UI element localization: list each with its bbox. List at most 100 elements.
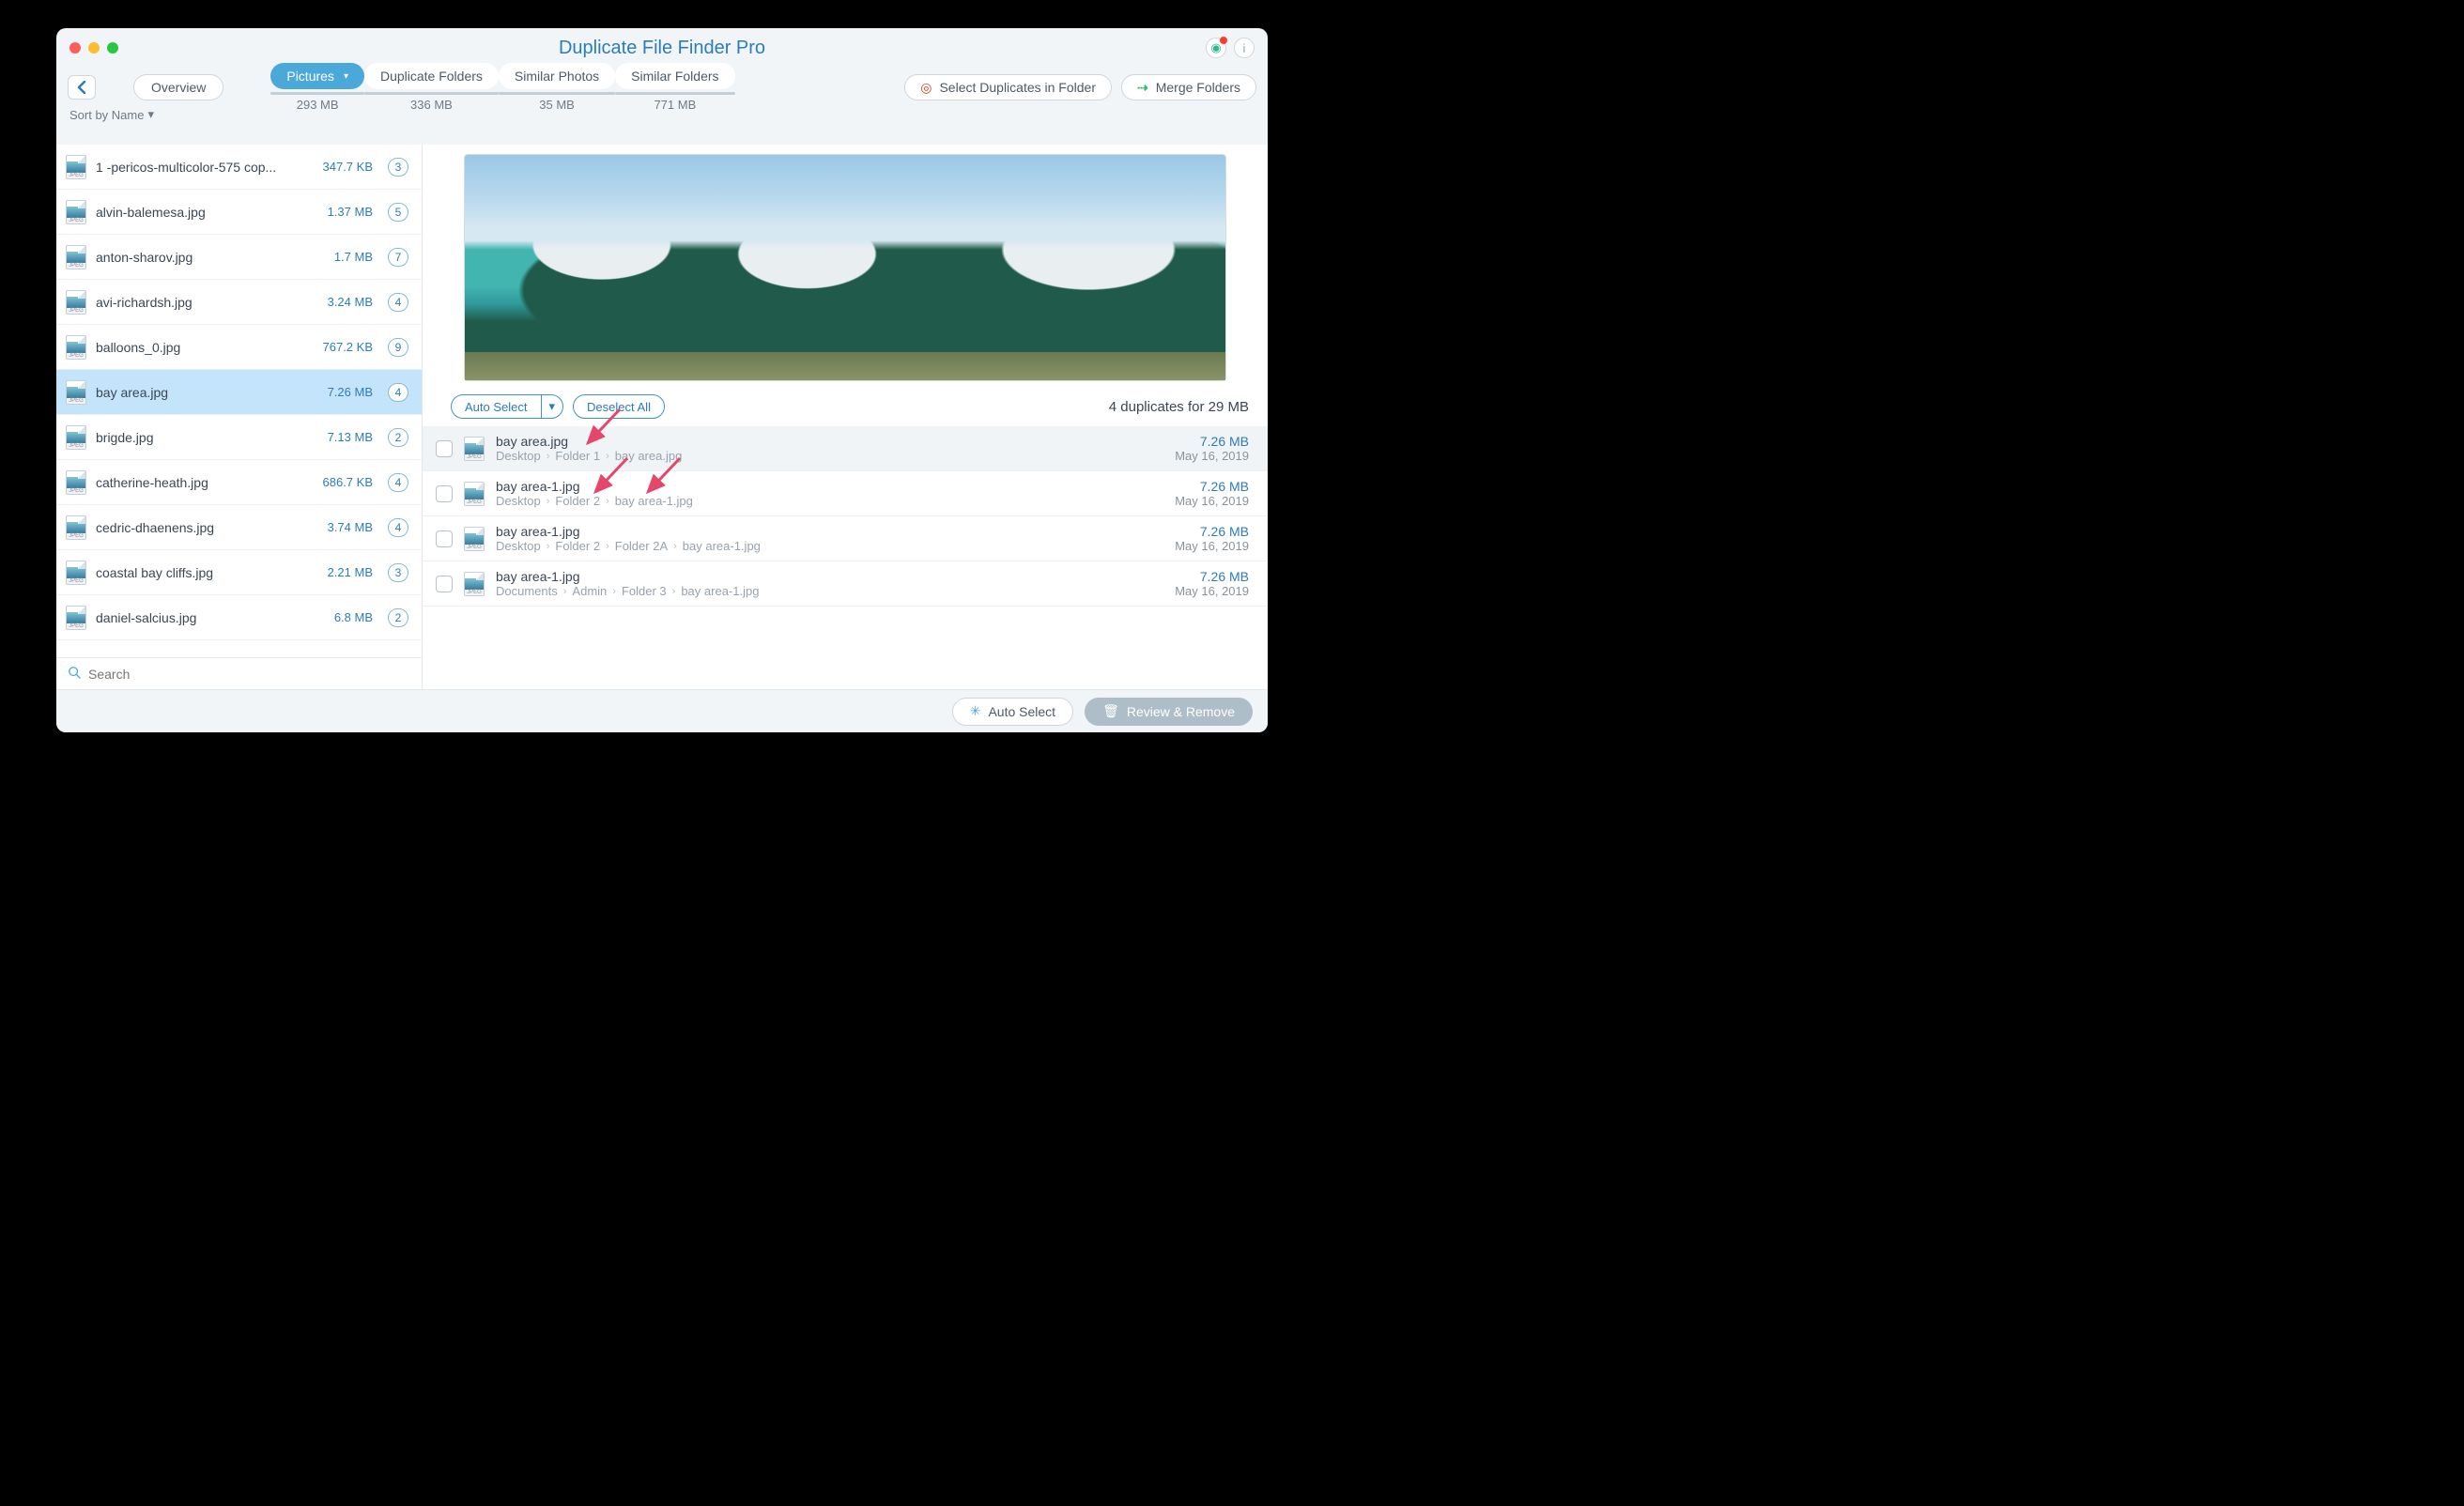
- jpeg-file-icon: JPEG: [66, 561, 86, 585]
- list-item[interactable]: JPEGballoons_0.jpg767.2 KB9: [56, 325, 422, 370]
- duplicate-row[interactable]: JPEGbay area-1.jpgDesktop›Folder 2›bay a…: [423, 471, 1268, 516]
- duplicate-row[interactable]: JPEGbay area-1.jpgDesktop›Folder 2›Folde…: [423, 516, 1268, 561]
- merge-folders-button[interactable]: ⇢ Merge Folders: [1121, 74, 1256, 100]
- duplicate-count-badge: 5: [388, 203, 408, 222]
- tab-size-label: 293 MB: [297, 98, 339, 112]
- overview-button[interactable]: Overview: [133, 74, 223, 100]
- duplicate-meta: 7.26 MBMay 16, 2019: [1175, 569, 1249, 598]
- jpeg-file-icon: JPEG: [66, 470, 86, 495]
- search-icon: [68, 666, 81, 682]
- search-bar: [56, 657, 422, 689]
- jpeg-file-icon: JPEG: [464, 437, 485, 461]
- list-item[interactable]: JPEGcedric-dhaenens.jpg3.74 MB4: [56, 505, 422, 550]
- duplicates-list: JPEGbay area.jpgDesktop›Folder 1›bay are…: [423, 426, 1268, 607]
- list-item[interactable]: JPEGdaniel-salcius.jpg6.8 MB2: [56, 595, 422, 640]
- duplicate-row[interactable]: JPEGbay area.jpgDesktop›Folder 1›bay are…: [423, 426, 1268, 471]
- footer: ✳ Auto Select 🗑 Review & Remove: [56, 689, 1268, 732]
- chevron-down-icon: ▾: [549, 399, 556, 414]
- path-segment: Folder 3: [622, 584, 667, 598]
- path-segment: bay area-1.jpg: [615, 494, 693, 508]
- tab-underline: [364, 92, 499, 95]
- chevron-right-icon: ›: [547, 496, 550, 507]
- app-window: Duplicate File Finder Pro ◉ i Overview P…: [56, 28, 1268, 732]
- file-name: alvin-balemesa.jpg: [96, 205, 318, 220]
- duplicate-meta: 7.26 MBMay 16, 2019: [1175, 479, 1249, 508]
- file-size: 7.26 MB: [328, 385, 373, 399]
- jpeg-file-icon: JPEG: [66, 290, 86, 315]
- file-name: catherine-heath.jpg: [96, 475, 314, 490]
- deselect-all-button[interactable]: Deselect All: [573, 394, 665, 419]
- duplicate-name: bay area-1.jpg: [496, 524, 1163, 539]
- file-name: anton-sharov.jpg: [96, 250, 325, 265]
- select-checkbox[interactable]: [436, 530, 453, 547]
- path-segment: Folder 1: [555, 449, 600, 463]
- path-segment: bay area-1.jpg: [683, 539, 761, 553]
- file-size: 686.7 KB: [323, 475, 374, 489]
- list-item[interactable]: JPEG1 -pericos-multicolor-575 cop...347.…: [56, 145, 422, 190]
- duplicates-toolbar: Auto Select ▾ Deselect All 4 duplicates …: [423, 391, 1268, 426]
- select-checkbox[interactable]: [436, 440, 453, 457]
- auto-select-button[interactable]: Auto Select: [451, 394, 541, 419]
- select-checkbox[interactable]: [436, 576, 453, 592]
- duplicate-path: Desktop›Folder 2›bay area-1.jpg: [496, 494, 1163, 508]
- file-list[interactable]: JPEG1 -pericos-multicolor-575 cop...347.…: [56, 145, 422, 657]
- chevron-right-icon: ›: [606, 451, 609, 462]
- duplicate-count-badge: 4: [388, 473, 408, 492]
- review-remove-button[interactable]: 🗑 Review & Remove: [1085, 698, 1253, 726]
- duplicate-path: Desktop›Folder 1›bay area.jpg: [496, 449, 1163, 463]
- path-segment: Admin: [572, 584, 607, 598]
- duplicate-count-badge: 4: [388, 293, 408, 312]
- duplicate-row[interactable]: JPEGbay area-1.jpgDocuments›Admin›Folder…: [423, 561, 1268, 607]
- auto-select-dropdown[interactable]: ▾: [541, 394, 564, 419]
- preview-area: [423, 145, 1268, 391]
- info-icon: i: [1243, 41, 1246, 55]
- file-name: coastal bay cliffs.jpg: [96, 565, 318, 580]
- path-segment: bay area-1.jpg: [681, 584, 759, 598]
- duplicate-meta: 7.26 MBMay 16, 2019: [1175, 434, 1249, 463]
- jpeg-file-icon: JPEG: [66, 200, 86, 224]
- back-button[interactable]: [68, 75, 96, 100]
- list-item[interactable]: JPEGavi-richardsh.jpg3.24 MB4: [56, 280, 422, 325]
- select-checkbox[interactable]: [436, 485, 453, 502]
- path-segment: Documents: [496, 584, 558, 598]
- list-item[interactable]: JPEG catherine-heath.jpg 686.7 KB 4: [56, 460, 422, 505]
- tab-underline: [270, 92, 364, 95]
- main-panel: Auto Select ▾ Deselect All 4 duplicates …: [423, 145, 1268, 689]
- duplicate-meta: 7.26 MBMay 16, 2019: [1175, 524, 1249, 553]
- select-duplicates-in-folder-button[interactable]: ◎ Select Duplicates in Folder: [904, 74, 1112, 100]
- file-size: 1.37 MB: [328, 205, 373, 219]
- info-button[interactable]: i: [1234, 38, 1255, 58]
- file-size: 7.13 MB: [328, 430, 373, 444]
- chevron-down-icon: ▾: [147, 107, 154, 122]
- file-size: 6.8 MB: [334, 610, 373, 624]
- list-item[interactable]: JPEGanton-sharov.jpg1.7 MB7: [56, 235, 422, 280]
- merge-icon: ⇢: [1137, 80, 1148, 96]
- duplicate-info: bay area-1.jpgDesktop›Folder 2›Folder 2A…: [496, 524, 1163, 553]
- duplicate-name: bay area.jpg: [496, 434, 1163, 449]
- preview-image: [464, 154, 1226, 381]
- list-item[interactable]: JPEGbay area.jpg7.26 MB4: [56, 370, 422, 415]
- chevron-right-icon: ›: [606, 496, 609, 507]
- search-input[interactable]: [88, 667, 410, 682]
- jpeg-file-icon: JPEG: [66, 335, 86, 360]
- list-item[interactable]: JPEGbrigde.jpg7.13 MB2: [56, 415, 422, 460]
- chevron-right-icon: ›: [606, 541, 609, 552]
- duplicate-count-badge: 2: [388, 428, 408, 447]
- file-name: bay area.jpg: [96, 385, 318, 400]
- duplicate-size: 7.26 MB: [1175, 479, 1249, 494]
- merge-folders-label: Merge Folders: [1156, 80, 1240, 95]
- chevron-right-icon: ›: [547, 541, 550, 552]
- footer-auto-select-button[interactable]: ✳ Auto Select: [952, 698, 1073, 726]
- activity-button[interactable]: ◉: [1206, 38, 1226, 58]
- path-segment: Desktop: [496, 449, 541, 463]
- jpeg-file-icon: JPEG: [66, 380, 86, 405]
- duplicate-name: bay area-1.jpg: [496, 569, 1163, 584]
- list-item[interactable]: JPEGcoastal bay cliffs.jpg2.21 MB3: [56, 550, 422, 595]
- file-name: 1 -pericos-multicolor-575 cop...: [96, 160, 314, 175]
- list-item[interactable]: JPEG alvin-balemesa.jpg 1.37 MB 5: [56, 190, 422, 235]
- duplicate-count-badge: 4: [388, 518, 408, 537]
- jpeg-file-icon: JPEG: [66, 155, 86, 179]
- file-size: 3.24 MB: [328, 295, 373, 309]
- file-name: brigde.jpg: [96, 430, 318, 445]
- duplicates-summary: 4 duplicates for 29 MB: [1109, 399, 1249, 415]
